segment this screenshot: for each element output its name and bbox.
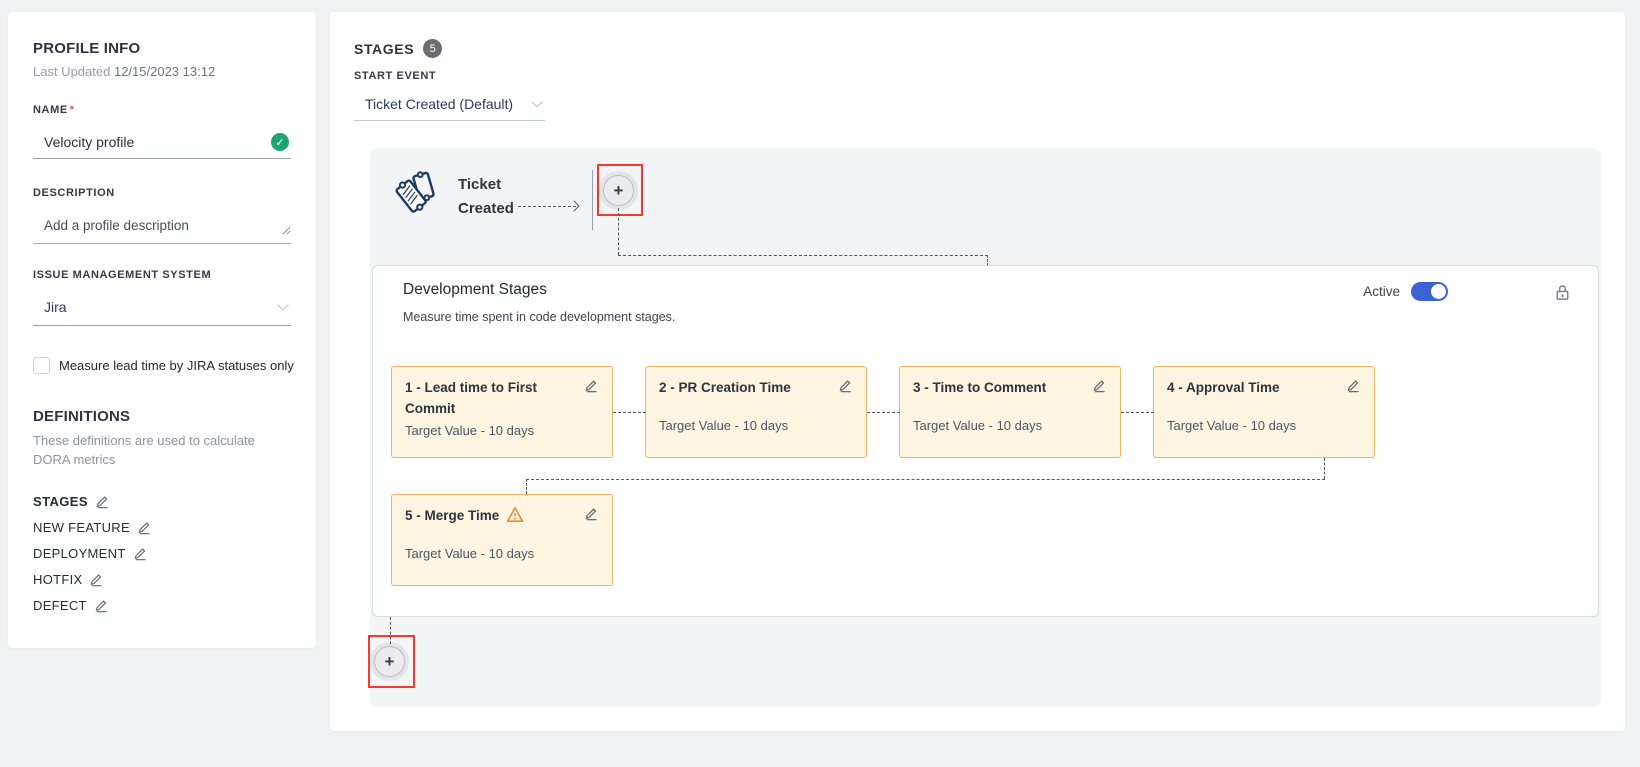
connector-line [526, 479, 1325, 480]
sidebar-item-defect: DEFECT [33, 598, 109, 613]
sidebar-item-hotfix: HOTFIX [33, 572, 104, 587]
name-label: NAME* [33, 104, 75, 116]
required-asterisk: * [70, 104, 75, 116]
stage-target-value: Target Value - 10 days [1167, 418, 1361, 433]
connector-line [618, 208, 619, 255]
name-input-value: Velocity profile [44, 134, 271, 150]
stage-target-value: Target Value - 10 days [405, 546, 599, 561]
stage-card: 5 - Merge Time Target Value - 10 days [391, 494, 613, 586]
issue-management-system-select[interactable]: Jira [33, 289, 291, 326]
active-toggle[interactable] [1411, 282, 1448, 301]
stage-card: 4 - Approval Time Target Value - 10 days [1153, 366, 1375, 458]
description-placeholder: Add a profile description [44, 218, 281, 233]
edit-stage-icon[interactable] [584, 506, 599, 521]
valid-check-icon: ✓ [271, 133, 289, 151]
name-input[interactable]: Velocity profile ✓ [33, 126, 291, 159]
ticket-icon [392, 168, 442, 218]
development-stages-card: Development Stages Measure time spent in… [372, 265, 1599, 617]
edit-defect-icon[interactable] [94, 598, 109, 613]
stage-card-title: 2 - PR Creation Time [659, 378, 838, 415]
add-stage-button-top[interactable]: + [603, 175, 634, 206]
stages-panel: STAGES 5 START EVENT Ticket Created (Def… [330, 12, 1625, 731]
edit-stage-icon[interactable] [838, 378, 853, 393]
checkbox-unchecked[interactable] [33, 357, 50, 374]
stage-card: 1 - Lead time to First Commit Target Valu… [391, 366, 613, 458]
sidebar-item-stages: STAGES [33, 494, 110, 509]
connector-line [618, 255, 988, 256]
stage-card-title: 4 - Approval Time [1167, 378, 1346, 415]
connector-line [867, 412, 900, 413]
description-textarea[interactable]: Add a profile description [33, 208, 291, 244]
flow-separator-line [592, 170, 593, 230]
resize-grip-icon[interactable] [281, 222, 291, 240]
stages-item-label: STAGES [33, 494, 88, 509]
chevron-down-icon [531, 96, 542, 107]
definition-item-label: NEW FEATURE [33, 520, 130, 535]
chevron-down-icon [277, 299, 288, 310]
start-node-label: Ticket Created [458, 173, 550, 221]
stage-target-value: Target Value - 10 days [405, 423, 599, 438]
stage-card-title: 1 - Lead time to First Commit [405, 378, 584, 420]
lock-icon[interactable] [1553, 283, 1572, 302]
last-updated: Last Updated 12/15/2023 13:12 [33, 64, 215, 79]
description-label: DESCRIPTION [33, 187, 115, 199]
connector-line [526, 479, 527, 494]
last-updated-label: Last Updated [33, 64, 110, 79]
definitions-title: DEFINITIONS [33, 408, 130, 425]
connector-line [613, 412, 646, 413]
development-stages-title: Development Stages [403, 281, 547, 299]
definitions-description: These definitions are used to calculate … [33, 432, 285, 470]
ims-selected-value: Jira [44, 299, 279, 315]
edit-stage-icon[interactable] [1092, 378, 1107, 393]
definition-item-label: HOTFIX [33, 572, 82, 587]
edit-stage-icon[interactable] [584, 378, 599, 393]
stage-target-value: Target Value - 10 days [913, 418, 1107, 433]
profile-info-panel: PROFILE INFO Last Updated 12/15/2023 13:… [8, 12, 316, 648]
stage-target-value: Target Value - 10 days [659, 418, 853, 433]
sidebar-item-deployment: DEPLOYMENT [33, 546, 148, 561]
start-event-select[interactable]: Ticket Created (Default) [354, 88, 545, 121]
stage-card: 2 - PR Creation Time Target Value - 10 da… [645, 366, 867, 458]
sidebar-item-new-feature: NEW FEATURE [33, 520, 152, 535]
connector-line [1324, 458, 1325, 479]
profile-info-title: PROFILE INFO [33, 40, 140, 57]
add-stage-button-bottom[interactable]: + [374, 646, 405, 677]
issue-management-system-label: ISSUE MANAGEMENT SYSTEM [33, 269, 211, 281]
edit-deployment-icon[interactable] [133, 546, 148, 561]
workflow-canvas: Ticket Created + Development Stages Meas… [370, 148, 1601, 707]
start-event-label: START EVENT [354, 70, 436, 82]
definition-item-label: DEFECT [33, 598, 87, 613]
jira-statuses-checkbox-row[interactable]: Measure lead time by JIRA statuses only [33, 357, 294, 374]
stages-header: STAGES 5 [354, 39, 442, 58]
active-label: Active [1363, 284, 1400, 299]
active-toggle-row: Active [1363, 282, 1448, 301]
edit-new-feature-icon[interactable] [137, 520, 152, 535]
edit-hotfix-icon[interactable] [89, 572, 104, 587]
edit-stages-icon[interactable] [95, 494, 110, 509]
start-event-value: Ticket Created (Default) [365, 96, 533, 112]
flow-arrow [518, 206, 576, 207]
stage-card: 3 - Time to Comment Target Value - 10 day… [899, 366, 1121, 458]
last-updated-value: 12/15/2023 13:12 [114, 64, 215, 79]
stages-count-badge: 5 [423, 39, 442, 58]
connector-line [1121, 412, 1154, 413]
development-stages-subtitle: Measure time spent in code development s… [403, 310, 675, 324]
arrow-head-icon [568, 200, 579, 211]
stage-card-title: 3 - Time to Comment [913, 378, 1092, 415]
checkbox-label: Measure lead time by JIRA statuses only [59, 358, 294, 373]
edit-stage-icon[interactable] [1346, 378, 1361, 393]
stage-card-title: 5 - Merge Time [405, 506, 584, 543]
definition-item-label: DEPLOYMENT [33, 546, 126, 561]
warning-icon [506, 506, 524, 523]
stages-heading: STAGES [354, 41, 414, 57]
